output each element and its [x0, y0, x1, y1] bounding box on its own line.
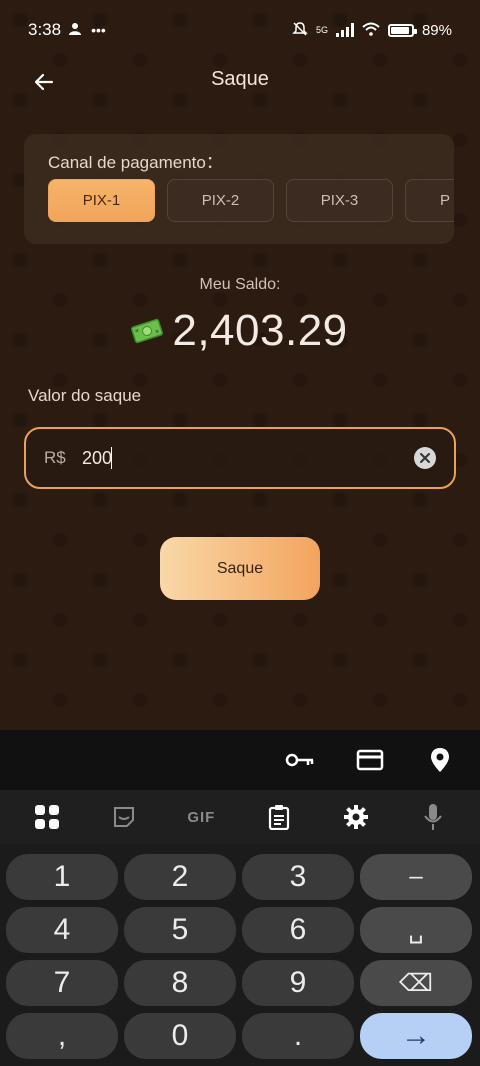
key-0[interactable]: 0: [124, 1013, 236, 1059]
on-screen-keyboard: GIF 1 2 3 – 4 5 6 ␣ 7 8 9 ⌫ , 0 . →: [0, 730, 480, 1066]
text-caret: [111, 447, 113, 469]
numeric-keypad: 1 2 3 – 4 5 6 ␣ 7 8 9 ⌫ , 0 . →: [6, 854, 474, 1059]
payment-channel-card: Canal de pagamento： PIX-1 PIX-2 PIX-3 P: [24, 134, 454, 244]
key-8[interactable]: 8: [124, 960, 236, 1006]
key-period[interactable]: .: [242, 1013, 354, 1059]
payment-channel-label: Canal de pagamento：: [48, 153, 223, 172]
key-icon[interactable]: [280, 740, 320, 780]
money-icon: [131, 318, 164, 344]
credit-card-icon[interactable]: [350, 740, 390, 780]
close-icon: [420, 453, 430, 463]
channel-option-pix-2[interactable]: PIX-2: [167, 179, 274, 222]
amount-label: Valor do saque: [28, 386, 142, 405]
status-bar: 3:38 ••• 5G 89%: [0, 0, 480, 60]
channel-option-pix-1[interactable]: PIX-1: [48, 179, 155, 222]
key-9[interactable]: 9: [242, 960, 354, 1006]
key-1[interactable]: 1: [6, 854, 118, 900]
microphone-icon[interactable]: [413, 797, 453, 837]
battery-icon: [387, 23, 417, 37]
key-2[interactable]: 2: [124, 854, 236, 900]
payment-channel-options: PIX-1 PIX-2 PIX-3 P: [48, 179, 454, 222]
key-4[interactable]: 4: [6, 907, 118, 953]
amount-field[interactable]: R$ 200: [24, 427, 456, 489]
withdraw-button[interactable]: Saque: [160, 537, 320, 600]
location-pin-icon[interactable]: [420, 740, 460, 780]
clear-input-button[interactable]: [414, 447, 436, 469]
settings-gear-icon[interactable]: [336, 797, 376, 837]
balance-label: Meu Saldo:: [199, 276, 281, 293]
balance-value: 2,403.29: [172, 306, 348, 355]
sticker-icon[interactable]: [104, 797, 144, 837]
status-time: 3:38: [28, 20, 62, 39]
more-dots-icon: •••: [91, 22, 106, 38]
key-6[interactable]: 6: [242, 907, 354, 953]
currency-label: R$: [44, 448, 66, 467]
channel-option-pix-3[interactable]: PIX-3: [286, 179, 393, 222]
battery-percent: 89%: [421, 21, 452, 39]
apps-grid-icon[interactable]: [27, 797, 67, 837]
network-type-label: 5G: [315, 25, 328, 35]
gif-button[interactable]: GIF: [181, 797, 221, 837]
page-header: Saque: [0, 60, 480, 104]
channel-option-pix-4[interactable]: P: [405, 179, 454, 222]
key-5[interactable]: 5: [124, 907, 236, 953]
key-7[interactable]: 7: [6, 960, 118, 1006]
amount-input[interactable]: 200: [82, 448, 112, 469]
app-screen: 3:38 ••• 5G 89% Saque Canal de pagamento…: [0, 0, 480, 730]
key-backspace[interactable]: ⌫: [360, 960, 472, 1006]
key-3[interactable]: 3: [242, 854, 354, 900]
page-title: Saque: [211, 68, 269, 90]
signal-icon: [335, 23, 354, 37]
key-space[interactable]: ␣: [360, 907, 472, 953]
person-icon: [69, 22, 83, 39]
mute-icon: [292, 21, 308, 40]
key-minus[interactable]: –: [360, 854, 472, 900]
clipboard-icon[interactable]: [259, 797, 299, 837]
wifi-icon: [362, 22, 380, 39]
keyboard-toolbar: GIF: [0, 790, 480, 844]
key-comma[interactable]: ,: [6, 1013, 118, 1059]
key-enter[interactable]: →: [360, 1013, 472, 1059]
balance-row: 2,403.29: [0, 306, 480, 356]
keyboard-suggestion-bar: [0, 730, 480, 790]
